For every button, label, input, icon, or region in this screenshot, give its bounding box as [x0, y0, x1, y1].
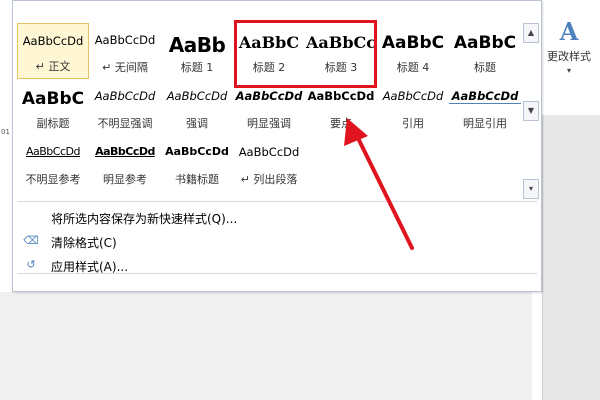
style-name: ↵ 无间隔 — [102, 61, 148, 74]
style-cell[interactable]: AaBbCcDd 不明显参考 — [17, 135, 89, 191]
style-sample: AaBbCcDd — [26, 145, 80, 158]
style-name: 书籍标题 — [175, 173, 219, 186]
style-cell[interactable]: AaBbCcDd 强调 — [161, 79, 233, 135]
side-strip — [542, 115, 600, 400]
style-cell[interactable]: AaBbCcDd 明显引用 — [449, 79, 521, 135]
style-cell[interactable]: AaBb 标题 1 — [161, 23, 233, 79]
style-sample: AaBbCcDd — [235, 89, 303, 103]
style-name: ↵ 列出段落 — [240, 173, 298, 186]
annotation-highlight-box — [234, 20, 377, 88]
style-cell[interactable]: AaBbC 副标题 — [17, 79, 89, 135]
scroll-up-button[interactable]: ▲ — [523, 23, 539, 43]
style-sample: AaBb — [168, 33, 226, 57]
style-sample: AaBbCcDd — [449, 89, 521, 104]
style-name: 明显参考 — [103, 173, 147, 186]
style-cell[interactable]: AaBbC 标题 — [449, 23, 521, 79]
ruler-mark: 01 — [1, 128, 10, 136]
save-quick-style-icon — [23, 209, 39, 225]
clear-formatting-menu-item[interactable]: ⌫ 清除格式(C) — [17, 231, 537, 253]
style-name: 副标题 — [36, 117, 70, 130]
style-name: 标题 4 — [396, 61, 430, 74]
style-cell[interactable]: AaBbC 标题 4 — [377, 23, 449, 79]
style-sample: AaBbCcDd — [307, 89, 375, 103]
document-area — [0, 292, 532, 400]
style-sample: AaBbCcDd — [382, 89, 444, 103]
style-cell[interactable]: AaBbCcDd ↵ 无间隔 — [89, 23, 161, 79]
clear-formatting-icon: ⌫ — [23, 234, 39, 247]
style-cell[interactable]: AaBbCcDd 不明显强调 — [89, 79, 161, 135]
menu-separator — [17, 201, 537, 202]
style-cell[interactable]: AaBbCcDd 引用 — [377, 79, 449, 135]
clear-formatting-label: 清除格式(C) — [51, 236, 117, 250]
style-name: 不明显参考 — [25, 173, 81, 186]
style-name: 强调 — [186, 117, 208, 130]
save-quick-style-label: 将所选内容保存为新快速样式(Q)... — [51, 212, 238, 226]
save-quick-style-menu-item[interactable]: 将所选内容保存为新快速样式(Q)... — [17, 207, 537, 229]
style-name: 明显强调 — [247, 117, 291, 130]
style-name: 引用 — [402, 117, 424, 130]
style-name: 要点 — [330, 117, 352, 130]
style-sample: AaBbC — [21, 89, 85, 109]
style-name: 不明显强调 — [97, 117, 153, 130]
style-sample: AaBbCcDd — [238, 145, 300, 159]
style-cell[interactable]: AaBbCcDd 明显参考 — [89, 135, 161, 191]
change-styles-button[interactable]: A 更改样式 ▾ — [540, 18, 598, 88]
more-button[interactable]: ▾ — [523, 179, 539, 199]
menu-bottom-separator — [17, 273, 537, 274]
style-sample: AaBbCcDd — [94, 33, 156, 47]
style-cell[interactable]: AaBbCcDd ↵ 列出段落 — [233, 135, 305, 191]
style-sample: AaBbCcDd — [95, 145, 155, 158]
style-cell[interactable]: AaBbCcDd ↵ 正文 — [17, 23, 89, 79]
scroll-down-button[interactable]: ▼ — [523, 101, 539, 121]
apply-styles-icon: ↺ — [26, 258, 36, 271]
style-sample: AaBbC — [453, 33, 517, 53]
change-styles-icon: A — [559, 17, 579, 46]
style-name: ↵ 正文 — [35, 60, 71, 73]
style-cell[interactable]: AaBbCcDd 书籍标题 — [161, 135, 233, 191]
style-sample: AaBbCcDd — [22, 34, 84, 48]
style-sample: AaBbCcDd — [94, 89, 156, 103]
gallery-scrollbar[interactable]: ▲ ▼ ▾ — [523, 23, 539, 199]
style-name: 标题 1 — [180, 61, 214, 74]
chevron-down-icon: ▾ — [566, 66, 571, 75]
style-name: 标题 — [474, 61, 496, 74]
style-sample: AaBbCcDd — [166, 89, 228, 103]
style-sample: AaBbCcDd — [165, 145, 229, 158]
style-sample: AaBbC — [381, 33, 445, 53]
change-styles-label: 更改样式 — [547, 50, 591, 63]
style-name: 明显引用 — [463, 117, 507, 130]
